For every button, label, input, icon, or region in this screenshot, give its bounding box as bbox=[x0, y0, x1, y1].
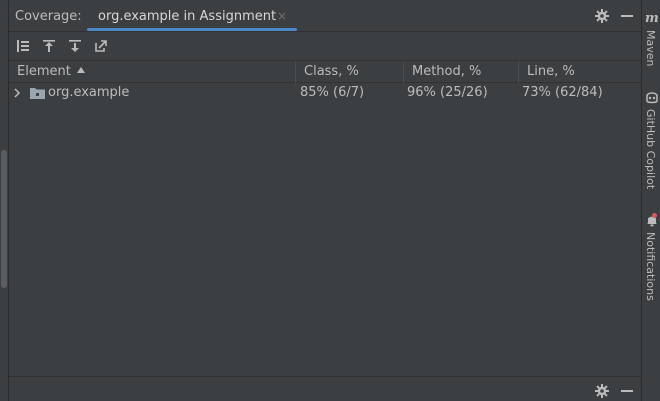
column-header-line[interactable]: Line, % bbox=[519, 61, 641, 83]
panel-header: Coverage: org.example in Assignment × bbox=[9, 0, 641, 32]
export-icon[interactable] bbox=[66, 37, 84, 55]
coverage-panel: Coverage: org.example in Assignment × El… bbox=[9, 0, 641, 401]
copilot-label: GitHub Copilot bbox=[644, 109, 657, 190]
import-icon[interactable] bbox=[40, 37, 58, 55]
chevron-right-icon[interactable] bbox=[12, 87, 22, 99]
minimize-icon[interactable] bbox=[621, 15, 633, 17]
generate-report-icon[interactable] bbox=[92, 37, 110, 55]
coverage-toolbar bbox=[9, 33, 641, 59]
maven-icon: m bbox=[645, 11, 659, 26]
column-header-element[interactable]: Element bbox=[9, 61, 296, 83]
panel-title: Coverage: bbox=[15, 9, 82, 24]
right-tool-strip: m Maven GitHub Copilot Notifications bbox=[641, 0, 660, 401]
column-header-class[interactable]: Class, % bbox=[296, 61, 404, 83]
minimize-icon[interactable] bbox=[621, 390, 633, 392]
close-icon[interactable]: × bbox=[277, 9, 287, 23]
notifications-tool-button[interactable]: Notifications bbox=[642, 208, 660, 308]
notifications-label: Notifications bbox=[644, 232, 657, 301]
gear-icon[interactable] bbox=[595, 384, 609, 398]
active-tab-indicator bbox=[87, 28, 297, 31]
tab-label: org.example in Assignment bbox=[98, 9, 277, 24]
table-header: Element Class, % Method, % Line, % bbox=[9, 60, 641, 83]
github-copilot-tool-button[interactable]: GitHub Copilot bbox=[642, 85, 660, 195]
sort-ascending-icon bbox=[76, 67, 85, 73]
left-gutter bbox=[0, 0, 9, 401]
notification-badge bbox=[652, 213, 657, 218]
package-folder-icon bbox=[30, 88, 45, 99]
cell-method-coverage: 96% (25/26) bbox=[407, 85, 488, 100]
panel-footer bbox=[9, 376, 641, 401]
cell-line-coverage: 73% (62/84) bbox=[522, 85, 603, 100]
scrollbar-thumb[interactable] bbox=[1, 150, 7, 288]
tab-coverage-suite[interactable]: org.example in Assignment × bbox=[87, 0, 297, 32]
maven-label: Maven bbox=[644, 30, 657, 67]
cell-element: org.example bbox=[48, 85, 130, 100]
table-row[interactable]: org.example 85% (6/7) 96% (25/26) 73% (6… bbox=[9, 83, 641, 103]
maven-tool-button[interactable]: m Maven bbox=[642, 0, 660, 70]
column-header-method[interactable]: Method, % bbox=[404, 61, 519, 83]
flatten-packages-icon[interactable] bbox=[14, 37, 32, 55]
coverage-table: Element Class, % Method, % Line, % org.e… bbox=[9, 60, 641, 376]
cell-class-coverage: 85% (6/7) bbox=[300, 85, 365, 100]
gear-icon[interactable] bbox=[595, 9, 609, 23]
copilot-icon bbox=[646, 92, 658, 104]
column-header-label: Element bbox=[17, 64, 71, 79]
